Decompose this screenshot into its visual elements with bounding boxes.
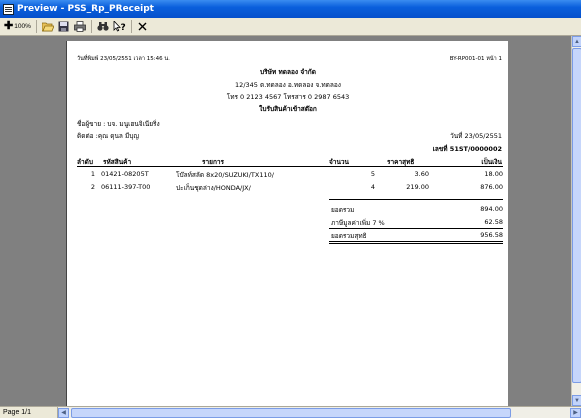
preview-app-icon	[3, 3, 14, 15]
open-folder-icon	[41, 22, 54, 32]
totals-divider	[329, 199, 503, 200]
net-divider-bottom	[329, 241, 503, 242]
company-phone: โทร 0 2123 4567 โทรสาร 0 2987 6543	[226, 93, 350, 101]
row-quantity: 5	[370, 170, 375, 178]
row-price: 3.60	[414, 170, 429, 178]
save-button[interactable]	[57, 19, 71, 34]
net-divider-top	[329, 228, 503, 229]
company-name: บริษัท ทดลอง จำกัด	[260, 68, 316, 76]
title-bar[interactable]: Preview - PSS_Rp_PReceipt	[0, 0, 581, 18]
open-button[interactable]	[41, 19, 55, 34]
toolbar-separator	[90, 20, 92, 33]
scroll-right-arrow[interactable]: ▶	[570, 407, 581, 418]
scroll-left-arrow[interactable]: ◀	[58, 407, 69, 418]
row-code: 01421-08205T	[101, 170, 149, 178]
report-page: วันที่พิมพ์ 23/05/2551 เวลา 15:46 น. BY-…	[66, 41, 508, 406]
binoculars-icon	[97, 22, 109, 31]
row-quantity: 4	[370, 183, 375, 191]
window-title: Preview - PSS_Rp_PReceipt	[17, 4, 154, 14]
close-icon	[138, 22, 147, 31]
row-price: 219.00	[406, 183, 429, 191]
vat-value: 62.58	[484, 218, 503, 226]
help-pointer-icon: ?	[113, 21, 126, 32]
toolbar: ✚ 100% ?	[0, 18, 581, 36]
zoom-button[interactable]: ✚ 100%	[3, 19, 32, 34]
document-title: ใบรับสินค้าเข้าสต๊อก	[259, 105, 317, 113]
vertical-scroll-thumb[interactable]	[572, 48, 581, 383]
horizontal-scroll-thumb[interactable]	[71, 407, 511, 418]
save-disk-icon	[58, 21, 69, 32]
scroll-up-arrow[interactable]: ▲	[572, 36, 581, 47]
row-description: โบ๊ลท์สลัด 8x20/SUZUKI/TX110/	[176, 171, 274, 179]
row-no: 2	[90, 183, 95, 191]
svg-text:?: ?	[120, 23, 125, 32]
close-preview-button[interactable]	[136, 19, 150, 34]
document-date: วันที่ 23/05/2551	[450, 132, 502, 140]
company-address: 12/345 ต.ทดลอง อ.ทดลอง จ.ทดลอง	[235, 81, 341, 89]
find-button[interactable]	[96, 19, 110, 34]
row-amount: 876.00	[480, 183, 503, 191]
row-description: ปะเก็นชุดล่าง/HONDA/JX/	[176, 184, 251, 192]
printer-icon	[73, 21, 86, 32]
net-total-value: 956.58	[480, 231, 503, 239]
row-no: 1	[90, 170, 95, 178]
vat-label: ภาษีมูลค่าเพิ่ม 7 %	[331, 219, 385, 227]
page-indicator: Page 1/1	[0, 407, 58, 418]
row-code: 06111-397-T00	[101, 183, 151, 191]
status-bar: Page 1/1 ◀ ▶	[0, 406, 581, 418]
report-code: BY-RP001-01 หน้า 1	[449, 56, 502, 62]
header-divider	[77, 166, 503, 167]
seller-name: ชื่อผู้ขาย : บจ. มนูเฮนจิเนียริ่ง	[77, 120, 160, 128]
toolbar-separator	[35, 20, 37, 33]
zoom-label: 100%	[14, 23, 31, 30]
scroll-down-arrow[interactable]: ▼	[572, 395, 581, 406]
net-total-label: ยอดรวมสุทธิ	[331, 232, 367, 240]
document-number: เลขที่ 51ST/0000002	[432, 145, 502, 153]
row-amount: 18.00	[484, 170, 503, 178]
preview-area: วันที่พิมพ์ 23/05/2551 เวลา 15:46 น. BY-…	[0, 36, 571, 406]
subtotal-label: ยอดรวม	[331, 206, 355, 214]
zoom-plus-icon: ✚	[4, 20, 14, 32]
net-divider-double	[329, 243, 503, 244]
print-info: วันที่พิมพ์ 23/05/2551 เวลา 15:46 น.	[77, 56, 170, 62]
toolbar-separator	[130, 20, 132, 33]
horizontal-scrollbar[interactable]: ◀ ▶	[58, 407, 581, 418]
vertical-scrollbar[interactable]: ▲ ▼	[571, 36, 581, 406]
help-button[interactable]: ?	[112, 19, 127, 34]
print-button[interactable]	[73, 19, 87, 34]
contact-name: ติดต่อ :คุณ ดุนล มีบุญ	[77, 132, 139, 140]
subtotal-value: 894.00	[480, 205, 503, 213]
